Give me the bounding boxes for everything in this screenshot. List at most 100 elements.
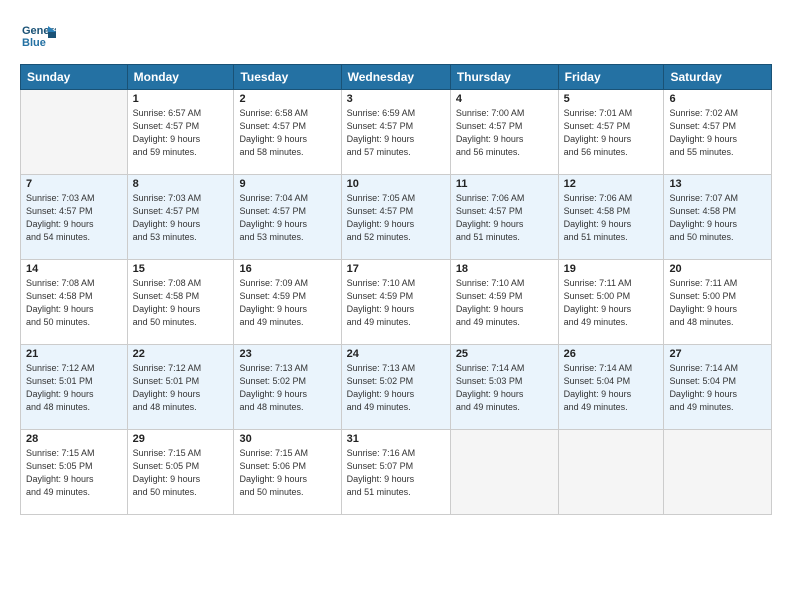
day-number: 27 xyxy=(669,348,766,360)
calendar-cell: 29 Sunrise: 7:15 AM Sunset: 5:05 PM Dayli… xyxy=(127,430,234,515)
calendar-cell: 12 Sunrise: 7:06 AM Sunset: 4:58 PM Dayli… xyxy=(558,175,664,260)
calendar-cell: 20 Sunrise: 7:11 AM Sunset: 5:00 PM Dayli… xyxy=(664,260,772,345)
day-info: Sunrise: 7:06 AM Sunset: 4:57 PM Dayligh… xyxy=(456,192,553,244)
calendar-cell: 18Sunrise: 7:10 AM Sunset: 4:59 PM Dayli… xyxy=(450,260,558,345)
day-number: 4 xyxy=(456,93,553,105)
day-number: 15 xyxy=(133,263,229,275)
calendar-cell: 1Sunrise: 6:57 AM Sunset: 4:57 PM Daylig… xyxy=(127,90,234,175)
calendar-cell xyxy=(558,430,664,515)
day-number: 24 xyxy=(347,348,445,360)
logo: General Blue xyxy=(20,18,60,54)
day-number: 25 xyxy=(456,348,553,360)
logo-icon: General Blue xyxy=(20,18,56,54)
day-number: 8 xyxy=(133,178,229,190)
calendar-cell: 28 Sunrise: 7:15 AM Sunset: 5:05 PM Dayli… xyxy=(21,430,128,515)
day-number: 1 xyxy=(133,93,229,105)
calendar-week-row: 21 Sunrise: 7:12 AM Sunset: 5:01 PM Dayli… xyxy=(21,345,772,430)
weekday-header: Wednesday xyxy=(341,65,450,90)
header: General Blue xyxy=(20,18,772,54)
day-number: 14 xyxy=(26,263,122,275)
day-info: Sunrise: 7:12 AM Sunset: 5:01 PM Dayligh… xyxy=(133,362,229,414)
weekday-header: Friday xyxy=(558,65,664,90)
day-number: 10 xyxy=(347,178,445,190)
day-number: 13 xyxy=(669,178,766,190)
calendar-cell: 2 Sunrise: 6:58 AM Sunset: 4:57 PM Daylig… xyxy=(234,90,341,175)
day-info: Sunrise: 7:02 AM Sunset: 4:57 PM Dayligh… xyxy=(669,107,766,159)
day-number: 17 xyxy=(347,263,445,275)
day-info: Sunrise: 7:14 AM Sunset: 5:04 PM Dayligh… xyxy=(669,362,766,414)
calendar-cell xyxy=(450,430,558,515)
day-number: 28 xyxy=(26,433,122,445)
day-info: Sunrise: 7:15 AM Sunset: 5:05 PM Dayligh… xyxy=(133,447,229,499)
day-info: Sunrise: 7:00 AM Sunset: 4:57 PM Dayligh… xyxy=(456,107,553,159)
weekday-header-row: SundayMondayTuesdayWednesdayThursdayFrid… xyxy=(21,65,772,90)
day-number: 12 xyxy=(564,178,659,190)
calendar-cell: 26 Sunrise: 7:14 AM Sunset: 5:04 PM Dayli… xyxy=(558,345,664,430)
calendar-cell: 23Sunrise: 7:13 AM Sunset: 5:02 PM Dayli… xyxy=(234,345,341,430)
day-number: 2 xyxy=(239,93,335,105)
weekday-header: Tuesday xyxy=(234,65,341,90)
day-number: 21 xyxy=(26,348,122,360)
day-number: 5 xyxy=(564,93,659,105)
day-number: 16 xyxy=(239,263,335,275)
svg-text:Blue: Blue xyxy=(22,37,46,49)
day-number: 3 xyxy=(347,93,445,105)
calendar-cell: 31Sunrise: 7:16 AM Sunset: 5:07 PM Dayli… xyxy=(341,430,450,515)
calendar-cell: 14 Sunrise: 7:08 AM Sunset: 4:58 PM Dayli… xyxy=(21,260,128,345)
calendar-cell: 16 Sunrise: 7:09 AM Sunset: 4:59 PM Dayli… xyxy=(234,260,341,345)
day-info: Sunrise: 7:11 AM Sunset: 5:00 PM Dayligh… xyxy=(564,277,659,329)
day-number: 31 xyxy=(347,433,445,445)
calendar-cell: 19 Sunrise: 7:11 AM Sunset: 5:00 PM Dayli… xyxy=(558,260,664,345)
calendar-cell: 15 Sunrise: 7:08 AM Sunset: 4:58 PM Dayli… xyxy=(127,260,234,345)
calendar-cell: 3Sunrise: 6:59 AM Sunset: 4:57 PM Daylig… xyxy=(341,90,450,175)
calendar-cell xyxy=(664,430,772,515)
calendar-cell: 7Sunrise: 7:03 AM Sunset: 4:57 PM Daylig… xyxy=(21,175,128,260)
calendar-cell: 5Sunrise: 7:01 AM Sunset: 4:57 PM Daylig… xyxy=(558,90,664,175)
day-info: Sunrise: 7:09 AM Sunset: 4:59 PM Dayligh… xyxy=(239,277,335,329)
day-info: Sunrise: 7:15 AM Sunset: 5:05 PM Dayligh… xyxy=(26,447,122,499)
day-info: Sunrise: 7:13 AM Sunset: 5:02 PM Dayligh… xyxy=(347,362,445,414)
calendar-cell: 22Sunrise: 7:12 AM Sunset: 5:01 PM Dayli… xyxy=(127,345,234,430)
page: General Blue SundayMondayTuesdayWednesda… xyxy=(0,0,792,612)
calendar-cell: 4 Sunrise: 7:00 AM Sunset: 4:57 PM Daylig… xyxy=(450,90,558,175)
day-number: 29 xyxy=(133,433,229,445)
calendar-week-row: 1Sunrise: 6:57 AM Sunset: 4:57 PM Daylig… xyxy=(21,90,772,175)
day-info: Sunrise: 7:08 AM Sunset: 4:58 PM Dayligh… xyxy=(133,277,229,329)
day-info: Sunrise: 7:04 AM Sunset: 4:57 PM Dayligh… xyxy=(239,192,335,244)
weekday-header: Thursday xyxy=(450,65,558,90)
calendar-cell: 10Sunrise: 7:05 AM Sunset: 4:57 PM Dayli… xyxy=(341,175,450,260)
calendar-cell: 6 Sunrise: 7:02 AM Sunset: 4:57 PM Daylig… xyxy=(664,90,772,175)
calendar-cell: 21 Sunrise: 7:12 AM Sunset: 5:01 PM Dayli… xyxy=(21,345,128,430)
day-number: 26 xyxy=(564,348,659,360)
calendar-cell: 25 Sunrise: 7:14 AM Sunset: 5:03 PM Dayli… xyxy=(450,345,558,430)
calendar-cell: 27 Sunrise: 7:14 AM Sunset: 5:04 PM Dayli… xyxy=(664,345,772,430)
day-info: Sunrise: 7:14 AM Sunset: 5:03 PM Dayligh… xyxy=(456,362,553,414)
day-info: Sunrise: 7:03 AM Sunset: 4:57 PM Dayligh… xyxy=(133,192,229,244)
calendar-cell: 24 Sunrise: 7:13 AM Sunset: 5:02 PM Dayli… xyxy=(341,345,450,430)
weekday-header: Sunday xyxy=(21,65,128,90)
day-info: Sunrise: 7:11 AM Sunset: 5:00 PM Dayligh… xyxy=(669,277,766,329)
calendar-cell: 30 Sunrise: 7:15 AM Sunset: 5:06 PM Dayli… xyxy=(234,430,341,515)
calendar-week-row: 14 Sunrise: 7:08 AM Sunset: 4:58 PM Dayli… xyxy=(21,260,772,345)
calendar-week-row: 7Sunrise: 7:03 AM Sunset: 4:57 PM Daylig… xyxy=(21,175,772,260)
day-info: Sunrise: 7:15 AM Sunset: 5:06 PM Dayligh… xyxy=(239,447,335,499)
day-number: 20 xyxy=(669,263,766,275)
day-number: 6 xyxy=(669,93,766,105)
day-info: Sunrise: 7:07 AM Sunset: 4:58 PM Dayligh… xyxy=(669,192,766,244)
calendar: SundayMondayTuesdayWednesdayThursdayFrid… xyxy=(20,64,772,515)
day-info: Sunrise: 6:58 AM Sunset: 4:57 PM Dayligh… xyxy=(239,107,335,159)
calendar-cell: 11 Sunrise: 7:06 AM Sunset: 4:57 PM Dayli… xyxy=(450,175,558,260)
day-number: 18 xyxy=(456,263,553,275)
day-number: 19 xyxy=(564,263,659,275)
day-number: 11 xyxy=(456,178,553,190)
day-info: Sunrise: 7:08 AM Sunset: 4:58 PM Dayligh… xyxy=(26,277,122,329)
calendar-cell: 17Sunrise: 7:10 AM Sunset: 4:59 PM Dayli… xyxy=(341,260,450,345)
day-info: Sunrise: 7:13 AM Sunset: 5:02 PM Dayligh… xyxy=(239,362,335,414)
day-number: 9 xyxy=(239,178,335,190)
day-info: Sunrise: 7:12 AM Sunset: 5:01 PM Dayligh… xyxy=(26,362,122,414)
calendar-cell: 8 Sunrise: 7:03 AM Sunset: 4:57 PM Daylig… xyxy=(127,175,234,260)
day-number: 30 xyxy=(239,433,335,445)
day-info: Sunrise: 7:14 AM Sunset: 5:04 PM Dayligh… xyxy=(564,362,659,414)
day-info: Sunrise: 7:06 AM Sunset: 4:58 PM Dayligh… xyxy=(564,192,659,244)
weekday-header: Monday xyxy=(127,65,234,90)
